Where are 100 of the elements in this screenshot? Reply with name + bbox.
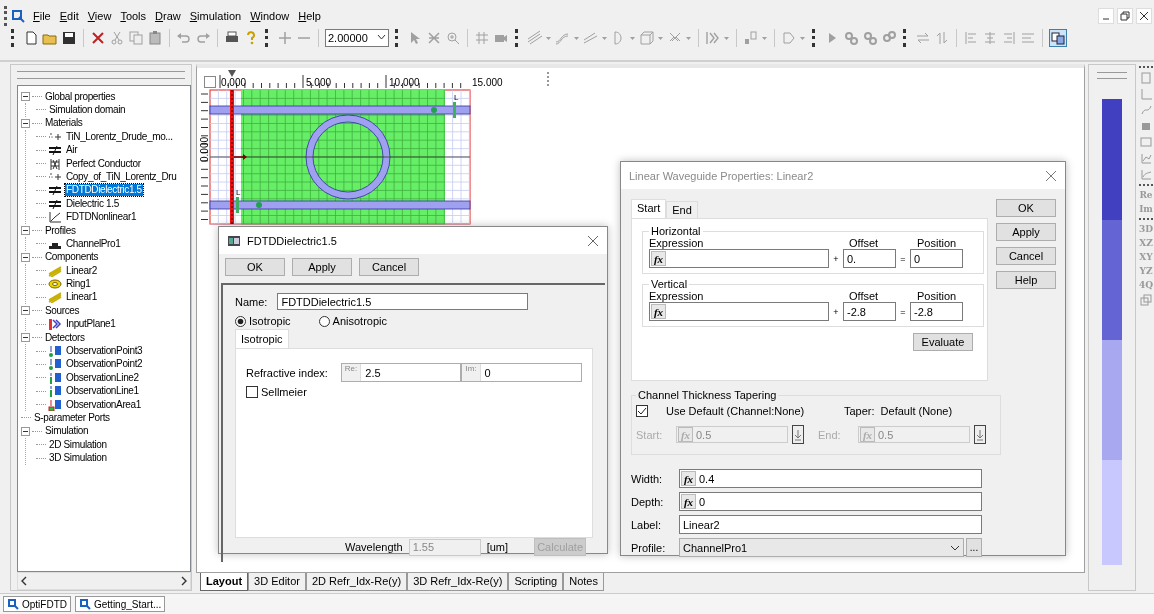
tree-item[interactable]: 3D Simulation	[48, 452, 108, 465]
dialog-button[interactable]: Apply	[996, 223, 1056, 241]
tree-item[interactable]: ObservationPoint2	[65, 358, 144, 371]
grip-handle[interactable]	[1097, 71, 1127, 79]
curve-icon[interactable]	[1140, 103, 1152, 116]
axis-icon[interactable]	[1140, 87, 1152, 100]
function-button[interactable]: fx	[651, 304, 666, 319]
align-center-icon[interactable]	[982, 29, 998, 46]
expression-field[interactable]: fx	[649, 302, 829, 321]
view-tab[interactable]: 3D Refr_Idx-Re(y)	[407, 573, 509, 592]
restore-icon[interactable]	[1117, 8, 1133, 24]
tree-item[interactable]: ObservationLine1	[65, 385, 140, 398]
tree-item[interactable]: ObservationArea1	[65, 398, 142, 411]
zoom-combo[interactable]: 2.00000	[325, 28, 389, 47]
picker-button[interactable]	[792, 425, 804, 444]
profile-dropdown[interactable]: ChannelPro1	[679, 538, 964, 557]
tree-item[interactable]: Dielectric 1.5	[65, 197, 120, 210]
grid-icon[interactable]	[474, 29, 490, 46]
swap-vertical-icon[interactable]	[934, 29, 950, 46]
menu-item[interactable]: Simulation	[188, 10, 243, 22]
horizontal-scrollbar[interactable]	[17, 572, 191, 591]
arc-tool-icon[interactable]	[611, 29, 636, 46]
marker-tool-icon[interactable]	[781, 29, 806, 46]
menu-item[interactable]: Edit	[58, 10, 80, 22]
menu-item[interactable]: Help	[297, 10, 322, 22]
collapse-icon[interactable]	[21, 426, 30, 436]
tree-item[interactable]: InputPlane1	[65, 318, 117, 331]
menu-item[interactable]: Window	[249, 10, 291, 22]
dialog-button[interactable]: Cancel	[359, 258, 419, 276]
tree-item[interactable]: Copy_of_TiN_Lorentz_Dru	[65, 170, 178, 183]
tree-item[interactable]: Detectors	[44, 331, 86, 344]
align-left-icon[interactable]	[963, 29, 979, 46]
tree-item[interactable]: Linear1	[65, 291, 98, 304]
panel-tab[interactable]: End	[666, 201, 698, 218]
tree-item[interactable]: FDTDNonlinear1	[65, 211, 138, 224]
window-copy-icon[interactable]	[1049, 28, 1067, 47]
new-file-icon[interactable]	[23, 29, 39, 46]
name-field[interactable]: FDTDDielectric1.5	[277, 293, 529, 310]
imaginary-part-field[interactable]: Im: 0	[461, 363, 582, 382]
expression-field[interactable]: fx	[649, 249, 829, 268]
tree-item[interactable]: ChannelPro1	[65, 237, 122, 250]
plus-icon[interactable]	[277, 29, 293, 46]
dialog-button[interactable]: Apply	[292, 258, 352, 276]
evaluate-button[interactable]: Evaluate	[913, 333, 973, 351]
align-right-icon[interactable]	[1001, 29, 1017, 46]
close-icon[interactable]	[587, 234, 599, 247]
offset-field[interactable]: -2.8	[843, 302, 896, 321]
tree-item[interactable]: Profiles	[44, 224, 77, 237]
real-part-field[interactable]: Re: 2.5	[340, 363, 462, 382]
tree-item[interactable]: Materials	[44, 117, 84, 130]
function-button[interactable]: fx	[681, 494, 696, 509]
tree-item[interactable]: Linear2	[65, 264, 98, 277]
menu-item[interactable]: Draw	[154, 10, 182, 22]
dialog-button[interactable]: OK	[225, 258, 285, 276]
grip-handle[interactable]	[17, 70, 185, 79]
view-tab[interactable]: Layout	[200, 573, 249, 592]
checkbox[interactable]	[246, 386, 258, 398]
panel-tab[interactable]: Isotropic	[235, 329, 289, 348]
function-button[interactable]: fx	[651, 251, 666, 266]
taskbar-button[interactable]: Getting_Start...	[75, 596, 166, 612]
minimize-icon[interactable]	[1098, 8, 1114, 24]
gears-icon[interactable]	[843, 29, 859, 46]
tree-item[interactable]: 2D Simulation	[48, 438, 108, 451]
expression-field[interactable]: fx 0	[679, 492, 982, 511]
menu-item[interactable]: File	[32, 10, 52, 22]
tree-item[interactable]: Perfect Conductor	[65, 157, 142, 170]
view-tab[interactable]: Scripting	[508, 573, 564, 592]
overlap-icon[interactable]	[1140, 293, 1152, 306]
tree-item[interactable]: Ring1	[65, 278, 92, 291]
panel-tab[interactable]: Start	[631, 199, 667, 218]
function-button[interactable]: fx	[681, 471, 696, 486]
view-tab[interactable]: Notes	[563, 573, 604, 592]
text-field[interactable]: Linear2	[679, 515, 982, 534]
position-field[interactable]: 0	[910, 249, 963, 268]
page-icon[interactable]	[1140, 71, 1152, 84]
tree-item[interactable]: Components	[44, 251, 100, 264]
collapse-icon[interactable]	[21, 118, 30, 128]
tree-item[interactable]: Sources	[44, 304, 81, 317]
checkbox[interactable]	[636, 405, 648, 417]
detector-tool-icon[interactable]	[743, 29, 768, 46]
tree-item[interactable]: S-parameter Ports	[33, 411, 111, 424]
menu-item[interactable]: View	[86, 10, 113, 22]
view-toggle-checkbox[interactable]	[204, 75, 216, 88]
line-chart-icon[interactable]	[1140, 151, 1152, 164]
tree-item[interactable]: Simulation	[44, 425, 90, 438]
menu-item[interactable]: Tools	[119, 10, 148, 22]
copy-icon[interactable]	[128, 29, 144, 46]
picker-button[interactable]	[974, 425, 986, 444]
delete-icon[interactable]	[90, 29, 106, 46]
node-edit-icon[interactable]	[426, 29, 442, 46]
collapse-icon[interactable]	[21, 226, 30, 235]
radio-button[interactable]	[235, 315, 246, 327]
position-marker-icon[interactable]	[228, 69, 236, 77]
radio-button[interactable]	[318, 315, 330, 327]
tree-item[interactable]: Air	[65, 144, 79, 157]
parallel-lines-tool-icon[interactable]	[527, 29, 552, 46]
view-tab[interactable]: 3D Editor	[248, 573, 306, 592]
collapse-icon[interactable]	[21, 92, 30, 102]
tree-item[interactable]: ObservationLine2	[65, 371, 140, 384]
save-icon[interactable]	[61, 29, 77, 46]
